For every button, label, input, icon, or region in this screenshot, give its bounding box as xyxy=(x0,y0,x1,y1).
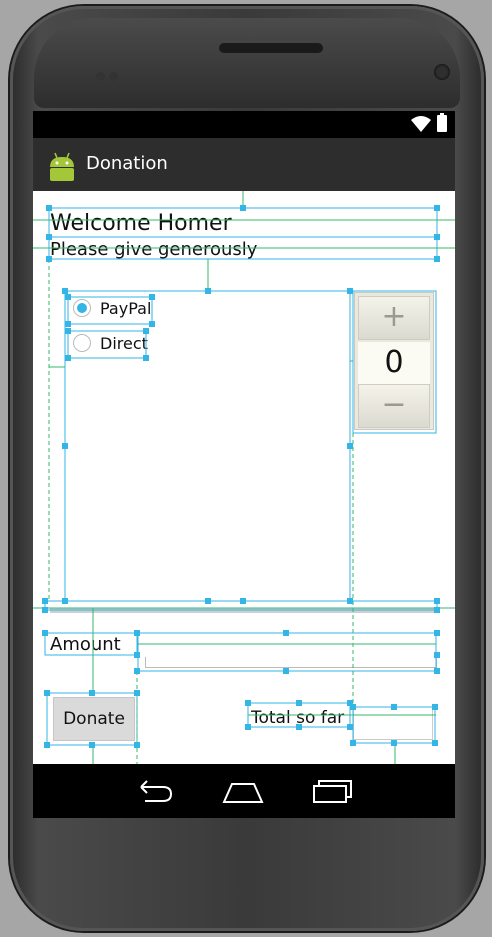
action-bar: Donation xyxy=(33,138,455,191)
radio-button-unselected[interactable] xyxy=(73,334,91,352)
increment-button[interactable]: + xyxy=(358,296,430,340)
layout-content: Welcome Homer Please give generously Pay… xyxy=(33,191,455,764)
wifi-icon xyxy=(411,116,431,132)
picker-value[interactable]: 0 xyxy=(358,342,430,384)
camera-icon xyxy=(434,64,450,80)
device-top-bezel xyxy=(34,18,460,108)
progress-bar xyxy=(50,608,436,613)
device-screen: Donation Welcome Homer Please give gener… xyxy=(33,111,455,818)
android-icon xyxy=(50,152,74,181)
amount-label: Amount xyxy=(50,634,121,655)
decrement-button[interactable]: − xyxy=(358,384,430,428)
home-icon[interactable] xyxy=(221,776,265,806)
total-field[interactable] xyxy=(353,710,433,740)
speaker-grille xyxy=(219,43,323,53)
radio-button-selected[interactable] xyxy=(73,299,91,317)
navigation-bar xyxy=(33,764,455,818)
status-bar xyxy=(33,111,455,138)
app-title: Donation xyxy=(86,153,168,174)
battery-icon xyxy=(437,113,447,132)
radio-paypal-label: PayPal xyxy=(100,298,152,318)
radio-direct[interactable]: Direct xyxy=(73,332,148,354)
donate-button[interactable]: Donate xyxy=(53,697,135,741)
total-label: Total so far xyxy=(251,708,345,728)
radio-direct-label: Direct xyxy=(100,333,148,353)
sensor-dots xyxy=(96,66,122,81)
recents-icon[interactable] xyxy=(310,776,354,806)
welcome-text: Welcome Homer xyxy=(50,211,232,236)
subtitle-text: Please give generously xyxy=(50,239,258,260)
back-icon[interactable] xyxy=(133,776,177,806)
amount-field[interactable] xyxy=(145,657,437,668)
radio-paypal[interactable]: PayPal xyxy=(73,297,154,319)
amount-picker[interactable]: + 0 − xyxy=(354,292,434,430)
